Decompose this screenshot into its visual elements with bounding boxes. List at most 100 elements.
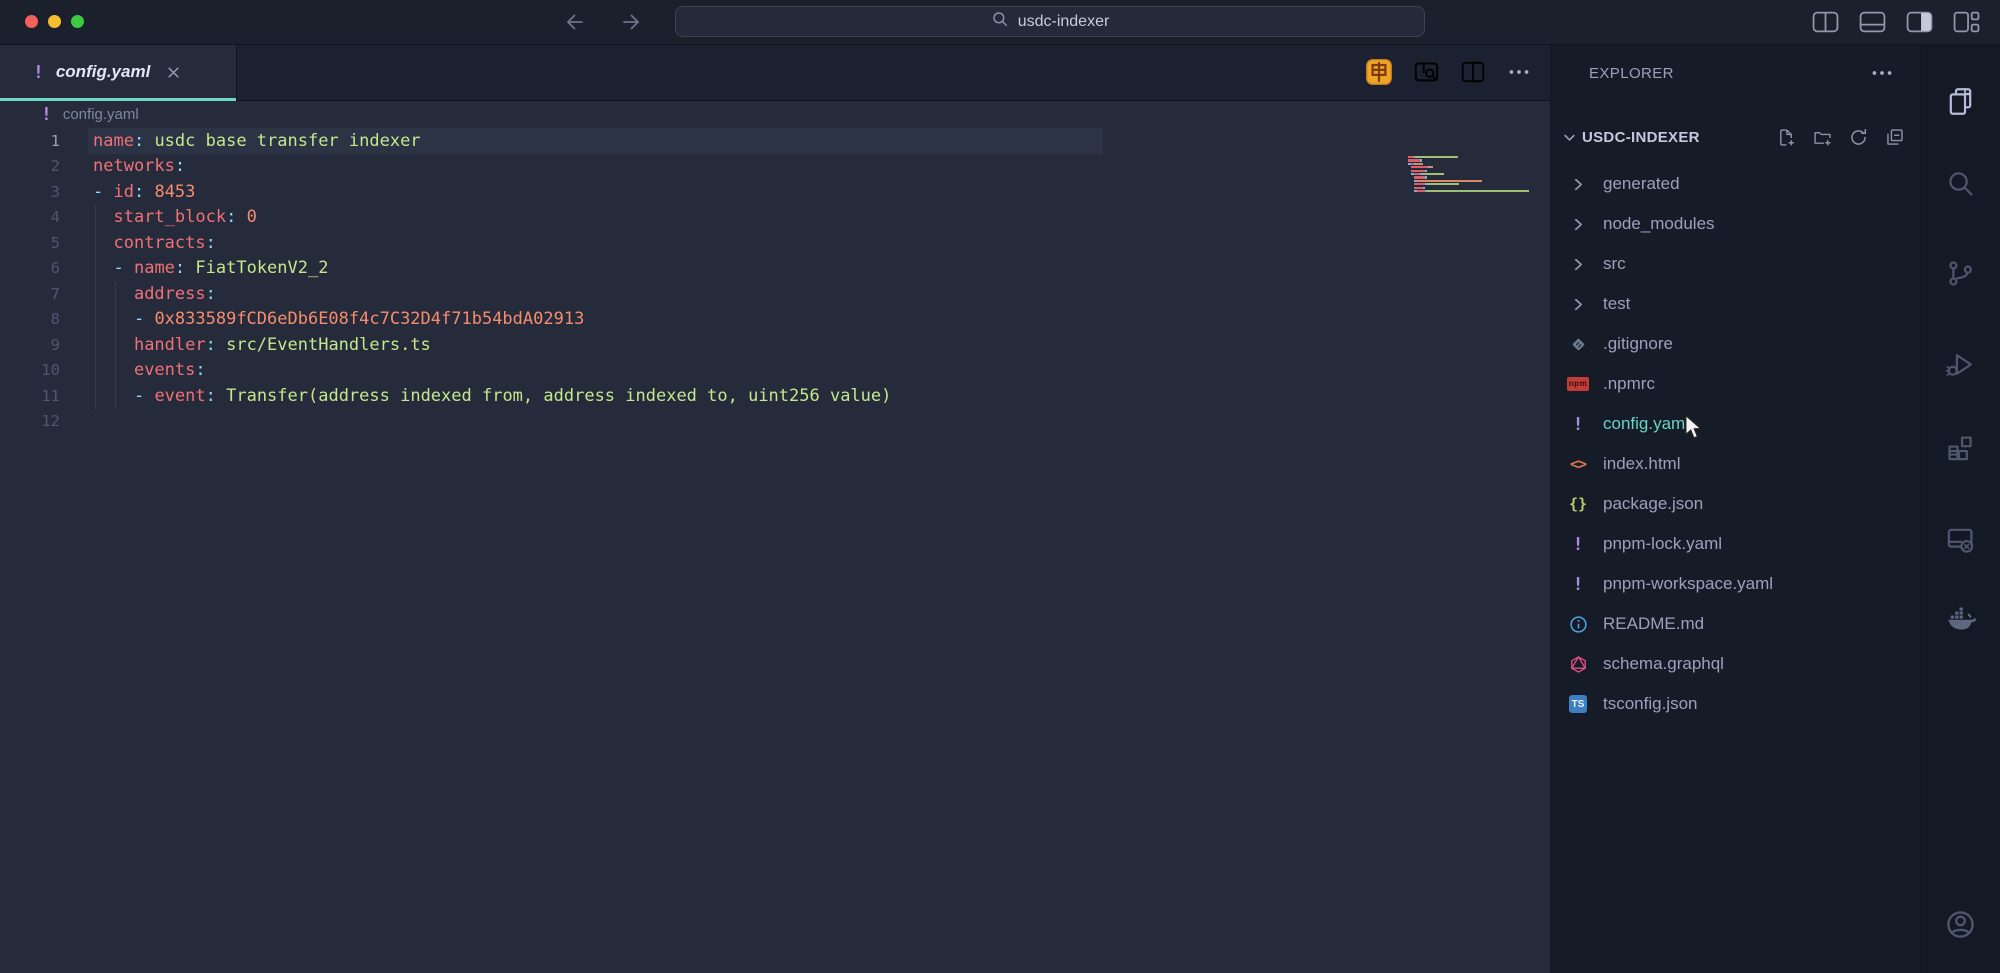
tree-file-tsconfig.json[interactable]: TS tsconfig.json [1551, 684, 1921, 724]
npm-icon: npm [1565, 372, 1591, 396]
minimap-line [1408, 193, 1549, 195]
tree-folder-generated[interactable]: generated [1551, 164, 1921, 204]
tree-item-label: .npmrc [1603, 374, 1655, 394]
code-line-content: start_block: 0 [60, 207, 257, 227]
toggle-sidebar-right-icon[interactable] [1906, 11, 1933, 33]
more-actions-icon[interactable] [1506, 59, 1532, 85]
run-debug-icon[interactable] [1941, 344, 1981, 384]
minimap-line [1408, 166, 1549, 168]
collapse-all-icon[interactable] [1884, 127, 1905, 148]
tree-file-schema.graphql[interactable]: schema.graphql [1551, 644, 1921, 684]
tree-item-label: node_modules [1603, 214, 1715, 234]
breadcrumb[interactable]: ! config.yaml [0, 100, 1550, 128]
chevron-right-icon [1565, 292, 1591, 316]
code-line-content: - event: Transfer(address indexed from, … [60, 386, 891, 406]
code-line-10[interactable]: 10 events: [0, 358, 1550, 384]
new-folder-icon[interactable] [1812, 127, 1833, 148]
code-line-2[interactable]: 2networks: [0, 154, 1550, 180]
explorer-toolbar [1776, 127, 1905, 148]
account-icon[interactable] [1941, 904, 1981, 944]
tree-file-index.html[interactable]: <> index.html [1551, 444, 1921, 484]
code-line-11[interactable]: 11 - event: Transfer(address indexed fro… [0, 383, 1550, 409]
workspace-section-header[interactable]: USDC-INDEXER [1551, 120, 1921, 154]
line-number: 4 [0, 208, 60, 226]
tree-file-README.md[interactable]: README.md [1551, 604, 1921, 644]
code-line-9[interactable]: 9 handler: src/EventHandlers.ts [0, 332, 1550, 358]
code-line-3[interactable]: 3- id: 8453 [0, 179, 1550, 205]
explorer-icon[interactable] [1941, 81, 1981, 121]
customize-layout-icon[interactable] [1953, 11, 1980, 33]
minimap-line [1408, 187, 1549, 189]
tree-file-config.yaml[interactable]: !config.yaml [1551, 404, 1921, 444]
extensions-icon[interactable] [1941, 428, 1981, 468]
tree-file-pnpm-workspace.yaml[interactable]: !pnpm-workspace.yaml [1551, 564, 1921, 604]
extension-orange-icon[interactable] [1365, 58, 1393, 86]
tree-folder-test[interactable]: test [1551, 284, 1921, 324]
chevron-down-icon [1560, 128, 1579, 147]
html-icon: <> [1565, 452, 1591, 476]
navigate-back-button[interactable] [560, 9, 590, 35]
editor-pane: ! config.yaml ! config.yaml 1name: usdc … [0, 44, 1550, 973]
navigate-forward-button[interactable] [616, 9, 646, 35]
source-control-icon[interactable] [1941, 253, 1981, 293]
minimap-line [1408, 156, 1549, 158]
layout-controls [1812, 11, 1980, 33]
code-line-12[interactable]: 12 [0, 409, 1550, 435]
code-line-content: - id: 8453 [60, 182, 195, 202]
tree-item-label: generated [1603, 174, 1680, 194]
code-line-5[interactable]: 5 contracts: [0, 230, 1550, 256]
code-editor[interactable]: 1name: usdc base transfer indexer2networ… [0, 128, 1550, 973]
refresh-icon[interactable] [1848, 127, 1869, 148]
line-number: 10 [0, 361, 60, 379]
code-line-7[interactable]: 7 address: [0, 281, 1550, 307]
tree-item-label: tsconfig.json [1603, 694, 1698, 714]
titlebar: usdc-indexer [0, 0, 2000, 45]
zoom-window-button[interactable] [71, 15, 84, 28]
line-number: 7 [0, 285, 60, 303]
minimize-window-button[interactable] [48, 15, 61, 28]
info-icon [1565, 612, 1591, 636]
code-line-6[interactable]: 6 - name: FiatTokenV2_2 [0, 256, 1550, 282]
search-sidebar-icon[interactable] [1941, 163, 1981, 203]
tree-folder-src[interactable]: src [1551, 244, 1921, 284]
minimap[interactable] [1408, 156, 1549, 197]
docker-icon[interactable] [1941, 599, 1981, 639]
code-line-content: handler: src/EventHandlers.ts [60, 335, 431, 355]
chevron-right-icon [1565, 172, 1591, 196]
code-line-8[interactable]: 8 - 0x833589fCD6eDb6E08f4c7C32D4f71b54bd… [0, 307, 1550, 333]
split-editor-icon[interactable] [1812, 11, 1839, 33]
search-input[interactable]: usdc-indexer [675, 6, 1425, 37]
new-file-icon[interactable] [1776, 127, 1797, 148]
code-line-content: - name: FiatTokenV2_2 [60, 258, 328, 278]
close-window-button[interactable] [25, 15, 38, 28]
chevron-right-icon [1565, 212, 1591, 236]
tree-item-label: index.html [1603, 454, 1680, 474]
ts-icon: TS [1565, 692, 1591, 716]
tree-item-label: src [1603, 254, 1626, 274]
code-line-content: - 0x833589fCD6eDb6E08f4c7C32D4f71b54bdA0… [60, 309, 584, 329]
remote-explorer-icon[interactable] [1941, 519, 1981, 559]
activity-bar [1920, 44, 2000, 973]
toggle-panel-icon[interactable] [1859, 11, 1886, 33]
minimap-line [1408, 180, 1549, 182]
code-line-4[interactable]: 4 start_block: 0 [0, 205, 1550, 231]
explorer-sidebar: EXPLORER USDC-INDEXER generated node_modu… [1550, 44, 1921, 973]
yaml-icon: ! [1565, 572, 1591, 596]
search-icon [991, 10, 1009, 33]
tree-folder-node_modules[interactable]: node_modules [1551, 204, 1921, 244]
json-icon: {} [1565, 492, 1591, 516]
open-preview-icon[interactable] [1413, 59, 1440, 86]
explorer-more-actions-icon[interactable] [1869, 60, 1895, 86]
breadcrumb-label: config.yaml [63, 106, 139, 123]
code-line-1[interactable]: 1name: usdc base transfer indexer [0, 128, 1550, 154]
yaml-icon: ! [1565, 412, 1591, 436]
close-tab-icon[interactable] [165, 64, 182, 81]
tree-file-pnpm-lock.yaml[interactable]: !pnpm-lock.yaml [1551, 524, 1921, 564]
line-number: 5 [0, 234, 60, 252]
tree-file-.gitignore[interactable]: .gitignore [1551, 324, 1921, 364]
explorer-title: EXPLORER [1589, 65, 1674, 82]
tab-config-yaml[interactable]: ! config.yaml [0, 44, 237, 100]
tree-file-.npmrc[interactable]: npm .npmrc [1551, 364, 1921, 404]
tree-file-package.json[interactable]: {}package.json [1551, 484, 1921, 524]
split-editor-icon[interactable] [1460, 59, 1486, 85]
